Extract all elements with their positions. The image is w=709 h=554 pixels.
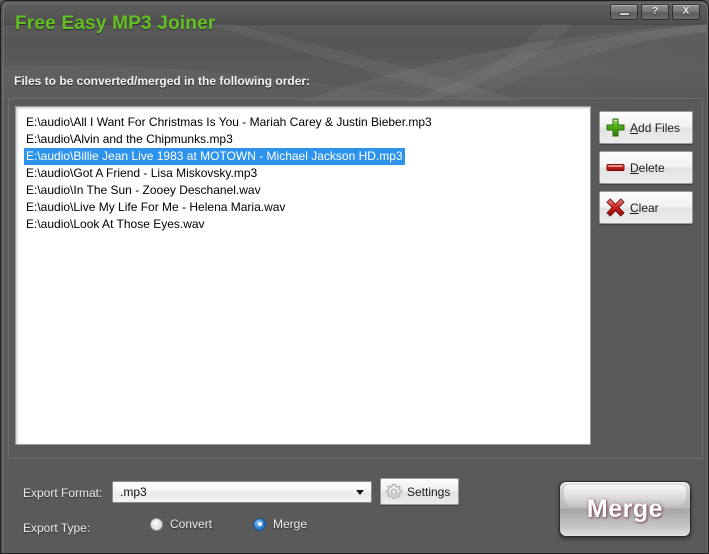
help-icon: ? (651, 6, 659, 17)
radio-convert-dot (150, 517, 163, 531)
file-path: E:\audio\Alvin and the Chipmunks.mp3 (26, 132, 233, 146)
file-path: E:\audio\Billie Jean Live 1983 at MOTOWN… (24, 148, 405, 165)
add-files-button[interactable]: Add Files (599, 111, 693, 144)
export-format-label: Export Format: (23, 486, 103, 500)
file-list-item[interactable]: E:\audio\Got A Friend - Lisa Miskovsky.m… (16, 165, 590, 182)
add-files-rest: dd Files (638, 120, 681, 135)
merge-button[interactable]: Merge (559, 481, 691, 537)
add-files-label: Add Files (630, 121, 680, 135)
clear-rest: lear (638, 200, 659, 215)
radio-merge-label: Merge (273, 517, 308, 531)
file-path: E:\audio\Look At Those Eyes.wav (26, 217, 205, 231)
cross-icon (600, 198, 630, 217)
file-list-item[interactable]: E:\audio\Billie Jean Live 1983 at MOTOWN… (16, 148, 590, 165)
minimize-button[interactable] (610, 4, 638, 20)
close-icon: X (682, 6, 690, 17)
merge-button-label: Merge (586, 494, 664, 523)
file-list[interactable]: E:\audio\All I Want For Christmas Is You… (15, 106, 591, 445)
file-path: E:\audio\Live My Life For Me - Helena Ma… (26, 200, 286, 214)
window-controls: ? X (610, 4, 700, 20)
file-path: E:\audio\All I Want For Christmas Is You… (26, 115, 432, 129)
section-label: Files to be converted/merged in the foll… (14, 74, 311, 88)
delete-button[interactable]: Delete (599, 151, 693, 184)
file-list-item[interactable]: E:\audio\Live My Life For Me - Helena Ma… (16, 199, 590, 216)
application-window: Free Easy MP3 Joiner Files to be convert… (0, 0, 709, 554)
window-frame: Free Easy MP3 Joiner Files to be convert… (0, 0, 709, 554)
gear-icon (381, 483, 407, 501)
clear-button[interactable]: Clear (599, 191, 693, 224)
file-list-item[interactable]: E:\audio\Look At Those Eyes.wav (16, 216, 590, 233)
minus-icon (600, 158, 630, 177)
radio-convert-label: Convert (170, 517, 213, 531)
delete-label: Delete (630, 161, 665, 175)
plus-icon (600, 118, 630, 137)
export-format-value: .mp3 (120, 485, 147, 499)
minimize-icon (618, 12, 630, 16)
export-format-select[interactable]: .mp3 (112, 481, 372, 503)
file-list-item[interactable]: E:\audio\Alvin and the Chipmunks.mp3 (16, 131, 590, 148)
radio-merge[interactable]: Merge (253, 517, 307, 531)
add-files-accel: A (630, 120, 639, 135)
settings-label: Settings (407, 484, 451, 499)
clear-accel: C (630, 200, 639, 215)
delete-accel: D (630, 160, 639, 175)
radio-merge-dot (253, 517, 266, 531)
delete-rest: elete (638, 160, 665, 175)
chevron-down-icon (349, 489, 371, 495)
app-title: Free Easy MP3 Joiner (15, 13, 216, 34)
export-type-label: Export Type: (23, 521, 91, 535)
help-button[interactable]: ? (641, 4, 669, 20)
close-button[interactable]: X (672, 4, 700, 20)
file-path: E:\audio\In The Sun - Zooey Deschanel.wa… (26, 183, 261, 197)
file-list-item[interactable]: E:\audio\All I Want For Christmas Is You… (16, 114, 590, 131)
file-actions-group: Add Files Delete Clear (599, 111, 693, 231)
radio-convert[interactable]: Convert (150, 517, 212, 531)
settings-button[interactable]: Settings (380, 478, 459, 505)
file-list-item[interactable]: E:\audio\In The Sun - Zooey Deschanel.wa… (16, 182, 590, 199)
clear-label: Clear (630, 201, 659, 215)
file-path: E:\audio\Got A Friend - Lisa Miskovsky.m… (26, 166, 258, 180)
